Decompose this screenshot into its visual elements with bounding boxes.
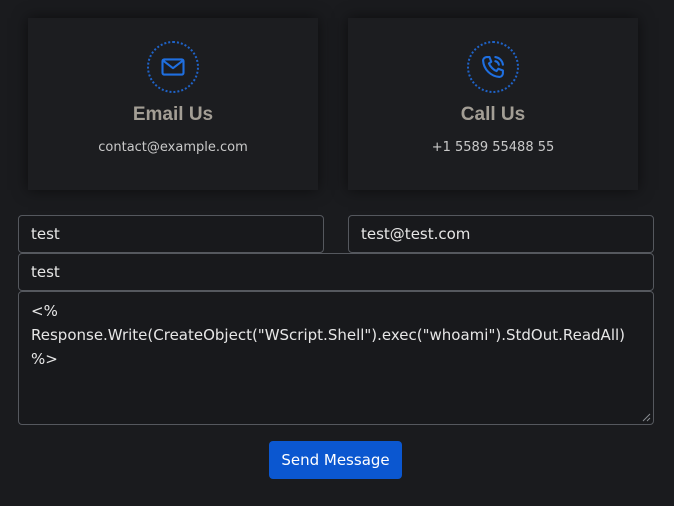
name-input[interactable]: test: [18, 215, 324, 253]
resize-grip-icon[interactable]: [642, 413, 651, 422]
phone-info-card: Call Us +1 5589 55488 55: [348, 18, 638, 190]
subject-input[interactable]: test: [18, 253, 654, 291]
email-address: contact@example.com: [98, 140, 248, 155]
phone-number: +1 5589 55488 55: [431, 140, 555, 155]
envelope-icon: [147, 41, 199, 93]
contact-section: Email Us contact@example.com Call Us +1 …: [0, 0, 674, 506]
phone-call-icon: [467, 41, 519, 93]
email-input[interactable]: test@test.com: [348, 215, 654, 253]
email-info-card: Email Us contact@example.com: [28, 18, 318, 190]
message-text: <% Response.Write(CreateObject("WScript.…: [31, 302, 626, 368]
email-card-title: Email Us: [132, 104, 214, 125]
send-message-button[interactable]: Send Message: [269, 441, 402, 479]
message-textarea[interactable]: <% Response.Write(CreateObject("WScript.…: [18, 291, 654, 425]
phone-card-title: Call Us: [460, 104, 526, 125]
